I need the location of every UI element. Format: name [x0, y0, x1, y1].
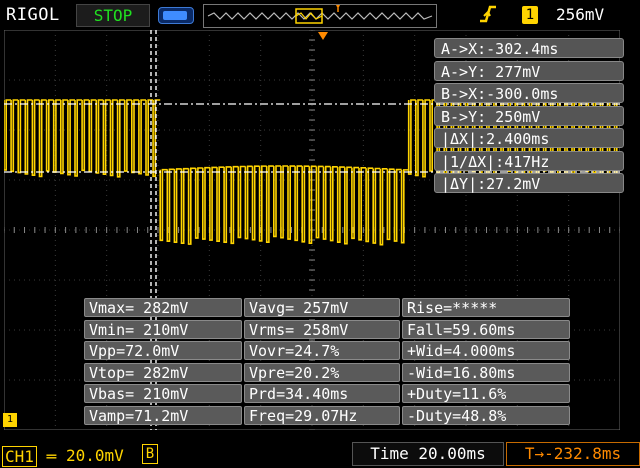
trigger-panel[interactable]: 1 256mV	[470, 4, 638, 26]
cursor-readout-row: B->X:-300.0ms	[434, 83, 624, 103]
measurement-cell: Vtop= 282mV	[84, 362, 242, 382]
dc-coupling-icon: ═	[36, 447, 57, 466]
trigger-level: 256mV	[556, 5, 605, 24]
measurement-cell: Prd=34.40ms	[244, 384, 400, 403]
measurement-cell: +Duty=11.6%	[402, 384, 570, 403]
channel-1-ground-marker[interactable]: 1	[3, 413, 17, 427]
measurement-cell: Vpre=20.2%	[244, 362, 400, 382]
measurement-cell: Vmin= 210mV	[84, 319, 242, 339]
channel-1-label[interactable]: CH1 ═	[2, 446, 56, 467]
trigger-offset-icon: T→	[524, 444, 545, 463]
measurement-cell: Fall=59.60ms	[402, 319, 570, 339]
measurement-cell: -Wid=16.80ms	[402, 362, 570, 382]
rising-edge-icon	[478, 4, 498, 29]
trigger-offset-readout[interactable]: T→-232.8ms	[506, 442, 640, 466]
measurement-cell: +Wid=4.000ms	[402, 341, 570, 360]
run-stop-status[interactable]: STOP	[76, 4, 150, 27]
cursor-readout-row: A->X:-302.4ms	[434, 38, 624, 58]
measurement-cell: Vamp=71.2mV	[84, 405, 242, 425]
bandwidth-limit-badge: B	[142, 444, 158, 464]
measurement-cell: Vovr=24.7%	[244, 341, 400, 360]
bottom-status-bar: CH1 ═ 20.0mV B Time 20.00ms T→-232.8ms	[0, 434, 640, 468]
cursor-readout-row: B->Y: 250mV	[434, 105, 624, 126]
measurement-cell: Freq=29.07Hz	[244, 405, 400, 425]
measurement-cell: Vbas= 210mV	[84, 384, 242, 403]
cursor-readout-row: |ΔX|:2.400ms	[434, 128, 624, 148]
measurement-cell: Vavg= 257mV	[244, 298, 400, 317]
memory-depth-indicator	[203, 4, 437, 28]
trigger-channel-badge: 1	[522, 6, 538, 24]
cursor-readout-row: |1/ΔX|:417Hz	[434, 150, 624, 171]
measurement-cell: -Duty=48.8%	[402, 405, 570, 425]
memory-waveform-icon	[207, 5, 433, 24]
channel-1-scale[interactable]: 20.0mV	[66, 446, 124, 465]
timebase-readout[interactable]: Time 20.00ms	[352, 442, 504, 466]
cursor-readout-row: |ΔY|:27.2mV	[434, 173, 624, 193]
cursor-readout-row: A->Y: 277mV	[434, 60, 624, 81]
measurement-cell: Rise=*****	[402, 298, 570, 317]
measurement-cell: Vmax= 282mV	[84, 298, 242, 317]
status-bar: RIGOL STOP 1 256mV	[0, 0, 640, 30]
battery-icon	[158, 7, 194, 24]
measurement-cell: Vrms= 258mV	[244, 319, 400, 339]
measurement-cell: Vpp=72.0mV	[84, 341, 242, 360]
brand-logo: RIGOL	[6, 5, 60, 25]
